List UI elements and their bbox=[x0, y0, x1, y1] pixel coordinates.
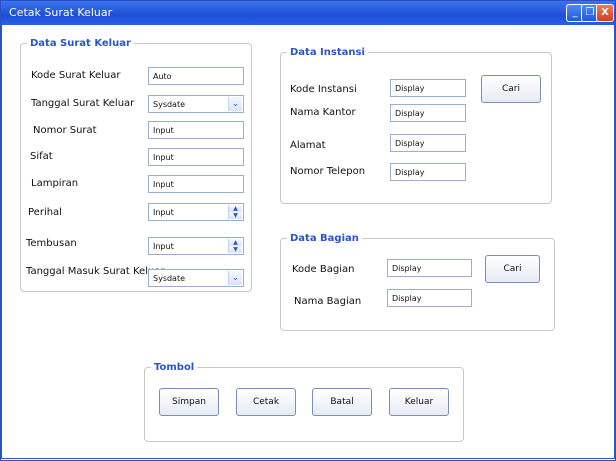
kode-instansi-label: Kode Instansi bbox=[290, 84, 357, 95]
tanggal-surat-label: Tanggal Surat Keluar bbox=[31, 98, 135, 109]
tembusan-field[interactable]: Input ▲ ▼ bbox=[148, 237, 244, 255]
batal-button[interactable]: Batal bbox=[312, 388, 372, 416]
scroll-down-icon[interactable]: ▼ bbox=[228, 212, 242, 219]
lampiran-field[interactable]: Input bbox=[148, 175, 244, 193]
chevron-down-icon[interactable]: ⌄ bbox=[228, 97, 242, 111]
cetak-button[interactable]: Cetak bbox=[236, 388, 296, 416]
lampiran-label: Lampiran bbox=[31, 178, 79, 189]
instansi-legend: Data Instansi bbox=[290, 47, 365, 58]
tembusan-label: Tembusan bbox=[26, 238, 77, 249]
perihal-label: Perihal bbox=[28, 207, 62, 218]
cari-instansi-button[interactable]: Cari bbox=[481, 75, 541, 103]
scroll-down-icon[interactable]: ▼ bbox=[228, 246, 242, 253]
kode-bagian-field[interactable]: Display bbox=[387, 259, 472, 277]
nomor-telepon-label: Nomor Telepon bbox=[290, 166, 366, 177]
chevron-down-icon[interactable]: ⌄ bbox=[228, 271, 242, 285]
cari-bagian-button[interactable]: Cari bbox=[485, 255, 540, 283]
window-title: Cetak Surat Keluar bbox=[9, 6, 113, 19]
tanggal-surat-select[interactable]: Sysdate ⌄ bbox=[148, 95, 244, 113]
surat-keluar-legend: Data Surat Keluar bbox=[30, 38, 131, 49]
tombol-legend: Tombol bbox=[154, 362, 195, 373]
kode-instansi-field[interactable]: Display bbox=[390, 79, 466, 97]
sifat-field[interactable]: Input bbox=[148, 148, 244, 166]
kode-surat-label: Kode Surat Keluar bbox=[31, 70, 121, 81]
tanggal-masuk-value: Sysdate bbox=[153, 274, 186, 283]
kode-bagian-label: Kode Bagian bbox=[292, 264, 355, 275]
nomor-surat-label: Nomor Surat bbox=[33, 125, 97, 136]
tanggal-surat-value: Sysdate bbox=[153, 100, 186, 109]
perihal-field[interactable]: Input ▲ ▼ bbox=[148, 203, 244, 221]
scroll-up-icon[interactable]: ▲ bbox=[228, 239, 242, 246]
scroll-up-icon[interactable]: ▲ bbox=[228, 205, 242, 212]
alamat-label: Alamat bbox=[290, 140, 326, 151]
perihal-value: Input bbox=[153, 208, 174, 217]
app-window: Cetak Surat Keluar _ ❐ X Data Surat Kelu… bbox=[0, 0, 616, 461]
title-bar[interactable]: Cetak Surat Keluar _ ❐ X bbox=[1, 1, 615, 25]
simpan-button[interactable]: Simpan bbox=[159, 388, 219, 416]
kode-surat-field[interactable]: Auto bbox=[148, 67, 244, 85]
sifat-label: Sifat bbox=[30, 151, 53, 162]
tanggal-masuk-label: Tanggal Masuk Surat Keluar bbox=[26, 266, 165, 277]
nama-kantor-label: Nama Kantor bbox=[290, 107, 356, 118]
nama-bagian-label: Nama Bagian bbox=[294, 296, 362, 307]
close-icon[interactable]: X bbox=[596, 4, 614, 22]
tanggal-masuk-select[interactable]: Sysdate ⌄ bbox=[148, 269, 244, 287]
keluar-button[interactable]: Keluar bbox=[389, 388, 449, 416]
alamat-field[interactable]: Display bbox=[390, 134, 466, 152]
nomor-surat-field[interactable]: Input bbox=[148, 121, 244, 139]
nomor-telepon-field[interactable]: Display bbox=[390, 163, 466, 181]
nama-kantor-field[interactable]: Display bbox=[390, 104, 466, 122]
nama-bagian-field[interactable]: Display bbox=[387, 289, 472, 307]
tembusan-value: Input bbox=[153, 242, 174, 251]
bagian-legend: Data Bagian bbox=[290, 233, 359, 244]
